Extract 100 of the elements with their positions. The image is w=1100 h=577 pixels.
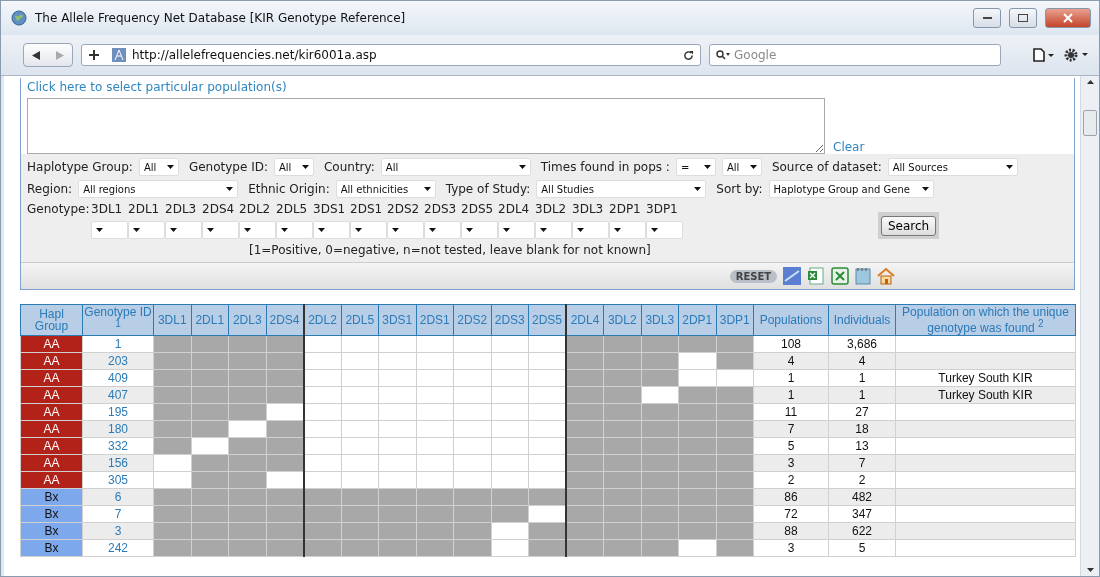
scroll-down-icon[interactable]	[1086, 568, 1094, 572]
gene-label: 3DL3	[572, 202, 605, 216]
forward-arrow-icon	[56, 50, 64, 60]
dropdown[interactable]: =	[675, 158, 716, 176]
dropdown[interactable]	[646, 221, 683, 239]
caret-icon	[392, 228, 399, 232]
caret-icon	[170, 228, 177, 232]
column-header: 3DL1	[153, 304, 191, 336]
caret-icon	[614, 228, 621, 232]
legend-note: [1=Positive, 0=negative, n=not tested, leave blank for not known]	[249, 243, 652, 257]
address-field[interactable]: http://allelefrequencies.net/kir6001a.asp	[81, 44, 701, 66]
column-header: 2DS1	[416, 304, 454, 336]
dropdown[interactable]: All	[138, 158, 179, 176]
column-header: Hapl Group	[20, 304, 83, 336]
column-header: 3DS1	[378, 304, 416, 336]
caret-icon	[518, 165, 526, 169]
dropdown[interactable]	[609, 221, 646, 239]
clear-link[interactable]: Clear	[833, 140, 865, 154]
caret-icon	[540, 228, 547, 232]
gene-label: 2DS2	[387, 202, 421, 216]
page-menu-icon[interactable]	[1033, 48, 1055, 62]
dropdown[interactable]: All regions	[78, 180, 239, 198]
gene-label: 2DL5	[276, 202, 309, 216]
maximize-button[interactable]	[1009, 8, 1037, 28]
dropdown[interactable]	[498, 221, 535, 239]
gene-label: 2DS1	[350, 202, 384, 216]
caret-icon	[301, 165, 309, 169]
column-header: 3DL2	[603, 304, 641, 336]
dropdown[interactable]: All Sources	[887, 158, 1018, 176]
column-header: 2DL5	[341, 304, 379, 336]
filter-label: Times found in pops :	[540, 160, 670, 174]
reset-button[interactable]: RESET	[729, 269, 778, 283]
search-field[interactable]: Google	[709, 44, 1001, 66]
minimize-icon	[982, 16, 992, 20]
home-icon[interactable]	[877, 267, 896, 285]
gene-label: 2DL3	[165, 202, 198, 216]
gene-label: 3DL1	[91, 202, 124, 216]
notepad-icon[interactable]	[855, 267, 872, 285]
caret-icon	[423, 187, 431, 191]
maximize-icon	[1018, 14, 1028, 22]
column-header: Individuals	[828, 304, 896, 336]
gene-label: 2DL2	[239, 202, 272, 216]
dropdown[interactable]	[424, 221, 461, 239]
close-button[interactable]	[1045, 8, 1091, 28]
column-header: 2DL2	[303, 304, 341, 336]
reload-icon[interactable]	[683, 49, 694, 61]
caret-icon	[318, 228, 325, 232]
dropdown[interactable]	[350, 221, 387, 239]
column-header: 2DS4	[266, 304, 304, 336]
scroll-up-icon[interactable]	[1086, 80, 1094, 84]
minimize-button[interactable]	[973, 8, 1001, 28]
caret-icon	[703, 165, 711, 169]
column-header: 2DP1	[678, 304, 716, 336]
genotype-label: Genotype:	[27, 202, 91, 216]
column-header: 3DL3	[641, 304, 679, 336]
dropdown[interactable]: All	[721, 158, 762, 176]
filter-label: Haplotype Group:	[27, 160, 133, 174]
caret-icon	[226, 187, 234, 191]
dropdown[interactable]	[461, 221, 498, 239]
caret-icon	[429, 228, 436, 232]
filter-label: Source of dataset:	[771, 160, 882, 174]
dropdown[interactable]	[313, 221, 350, 239]
filter-label: Ethnic Origin:	[248, 182, 330, 196]
dropdown[interactable]: All	[273, 158, 314, 176]
scrollbar-thumb[interactable]	[1083, 110, 1097, 136]
dropdown[interactable]	[535, 221, 572, 239]
back-arrow-icon	[32, 50, 40, 60]
dropdown[interactable]	[128, 221, 165, 239]
close-icon	[1063, 13, 1073, 23]
spreadsheet-icon[interactable]	[807, 267, 826, 285]
dropdown[interactable]: All ethnicities	[335, 180, 436, 198]
select-population-link[interactable]: Click here to select particular population(s)	[27, 80, 1068, 94]
gene-label: 2DL4	[498, 202, 531, 216]
dropdown[interactable]	[572, 221, 609, 239]
settings-icon[interactable]	[1063, 47, 1089, 63]
caret-icon	[694, 187, 702, 191]
dropdown[interactable]: All Studies	[536, 180, 707, 198]
dropdown[interactable]	[387, 221, 424, 239]
column-header: 3DP1	[716, 304, 754, 336]
dropdown[interactable]	[276, 221, 313, 239]
search-button[interactable]: Search	[881, 216, 937, 236]
dropdown[interactable]	[165, 221, 202, 239]
filter-label: Region:	[27, 182, 73, 196]
filter-label: Type of Study:	[445, 182, 531, 196]
column-header: Populations	[753, 304, 829, 336]
spreadsheet-icon[interactable]	[831, 267, 850, 285]
dropdown[interactable]	[202, 221, 239, 239]
column-header: 2DL4	[566, 304, 604, 336]
dropdown[interactable]: Haplotype Group and Gene	[768, 180, 934, 198]
column-header: 2DL3	[228, 304, 266, 336]
filter-label: Country:	[323, 160, 375, 174]
globe-icon	[11, 10, 27, 26]
dropdown[interactable]: All	[380, 158, 531, 176]
dropdown[interactable]	[91, 221, 128, 239]
gene-label: 2DS5	[461, 202, 495, 216]
gene-label: 2DS4	[202, 202, 236, 216]
filter-label: Genotype ID:	[188, 160, 268, 174]
site-icon	[112, 48, 126, 62]
filter-label: Sort by:	[716, 182, 763, 196]
dropdown[interactable]	[239, 221, 276, 239]
